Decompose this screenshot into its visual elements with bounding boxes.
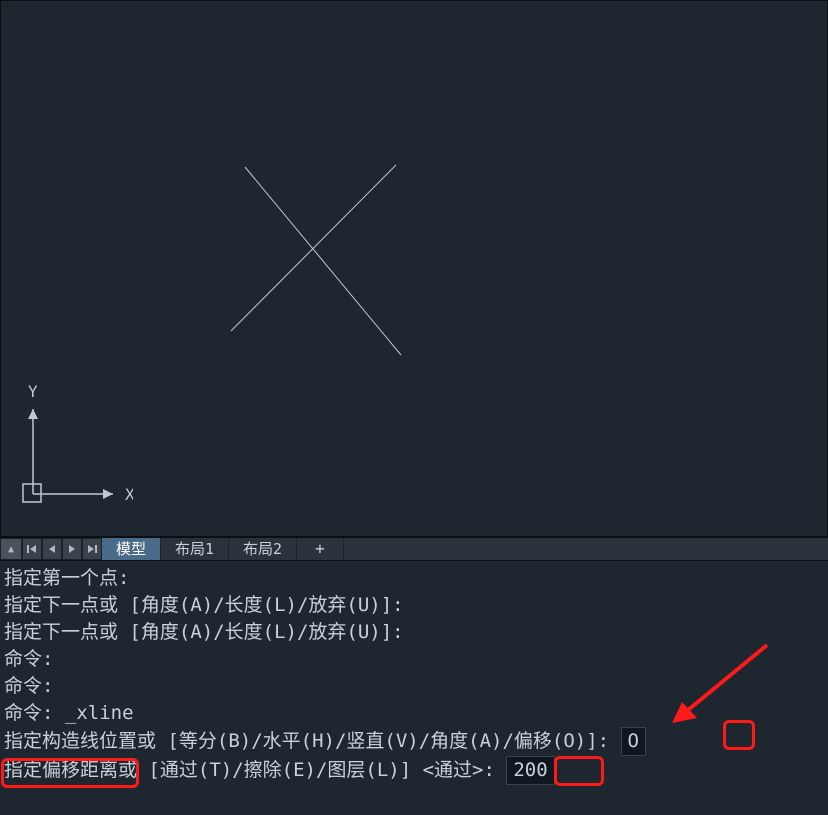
tab-model[interactable]: 模型 [102,538,161,560]
history-line: 指定构造线位置或 [等分(B)/水平(H)/竖直(V)/角度(A)/偏移(O)]… [4,727,822,756]
nav-prev-button[interactable] [42,538,62,560]
tab-bar: ▲ 模型 布局1 布局2 + [0,537,828,561]
command-prompt-line: 指定偏移距离或 [通过(T)/擦除(E)/图层(L)] <通过>: 200 [4,756,822,785]
history-line: 指定下一点或 [角度(A)/长度(L)/放弃(U)]: [4,592,822,619]
svg-text:X: X [125,485,133,504]
history-toggle-button[interactable]: ▲ [0,538,22,560]
tab-layout1[interactable]: 布局1 [161,538,229,560]
tab-layout2[interactable]: 布局2 [229,538,297,560]
history-line: 命令: _xline [4,700,822,727]
ucs-icon: X Y [13,381,133,516]
nav-first-button[interactable] [22,538,42,560]
drawing-viewport[interactable]: X Y [0,0,828,537]
svg-text:Y: Y [28,382,38,401]
nav-last-button[interactable] [82,538,102,560]
history-line: 指定下一点或 [角度(A)/长度(L)/放弃(U)]: [4,619,822,646]
nav-next-button[interactable] [62,538,82,560]
command-input-value[interactable]: 200 [506,756,554,785]
tab-add-button[interactable]: + [297,538,344,560]
command-history[interactable]: 指定第一个点: 指定下一点或 [角度(A)/长度(L)/放弃(U)]: 指定下一… [0,561,828,787]
command-input-value: O [621,727,646,756]
history-line: 命令: [4,646,822,673]
history-line: 命令: [4,673,822,700]
prompt-label: 指定偏移距离 [4,759,118,781]
history-line: 指定第一个点: [4,565,822,592]
